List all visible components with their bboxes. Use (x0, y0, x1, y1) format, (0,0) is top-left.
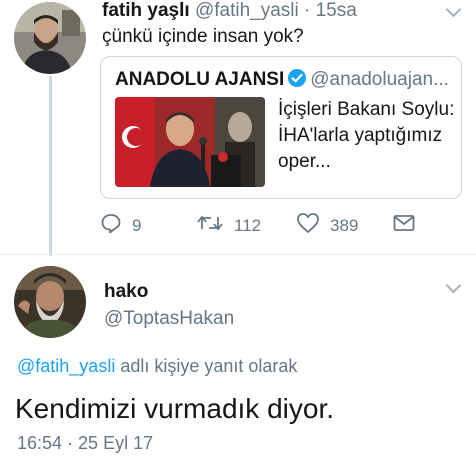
chevron-down-icon[interactable] (445, 277, 462, 294)
like-button[interactable]: 389 (296, 212, 358, 239)
quoted-author-handle: @anadoluajan... (310, 69, 449, 90)
reply-icon (100, 212, 122, 239)
avatar[interactable] (14, 2, 86, 74)
author-name[interactable]: fatih yaşlı (102, 0, 190, 21)
tweet-text: Kendimizi vurmadık diyor. (15, 393, 335, 424)
reply-count: 9 (132, 215, 142, 235)
chevron-down-icon[interactable] (445, 1, 462, 18)
quoted-tweet-text: İçişleri Bakanı Soylu: İHA'larla yaptığı… (278, 99, 455, 172)
tweet-divider (0, 254, 476, 255)
retweet-icon (196, 212, 224, 239)
separator-dot: · (304, 0, 311, 21)
retweet-button[interactable]: 112 (196, 212, 261, 239)
heart-icon (296, 212, 320, 239)
tweet-time[interactable]: 15sa (316, 0, 357, 21)
reply-context-label: adlı kişiye yanıt olarak (115, 356, 298, 376)
author-name[interactable]: hako (104, 281, 148, 303)
verified-badge-icon (287, 68, 307, 94)
author-handle[interactable]: @fatih_yasli (195, 0, 299, 21)
avatar[interactable] (14, 266, 86, 338)
quoted-tweet-card[interactable]: ANADOLU AJANSI @anadoluajan... İçişleri B… (100, 56, 462, 199)
quoted-tweet-header: ANADOLU AJANSI @anadoluajan... (115, 68, 455, 94)
tweet-header: fatih yaşlı @fatih_yasli · 15sa (102, 0, 357, 22)
tweet-timestamp[interactable]: 16:54 · 25 Eyl 17 (17, 433, 153, 454)
quoted-author-name: ANADOLU AJANSI (115, 69, 285, 90)
thread-connector-line (49, 76, 52, 256)
reply-button[interactable]: 9 (100, 212, 141, 239)
reply-mention-link[interactable]: @fatih_yasli (17, 356, 115, 376)
author-handle[interactable]: @ToptasHakan (104, 308, 234, 330)
retweet-count: 112 (234, 215, 262, 235)
direct-message-button[interactable] (392, 212, 416, 239)
envelope-icon (392, 212, 416, 239)
like-count: 389 (330, 215, 359, 235)
reply-context: @fatih_yasli adlı kişiye yanıt olarak (17, 356, 297, 377)
quoted-tweet-image (115, 97, 265, 187)
tweet-text: çünkü içinde insan yok? (102, 26, 304, 47)
tweet-actions: 9 112 389 (100, 212, 420, 240)
